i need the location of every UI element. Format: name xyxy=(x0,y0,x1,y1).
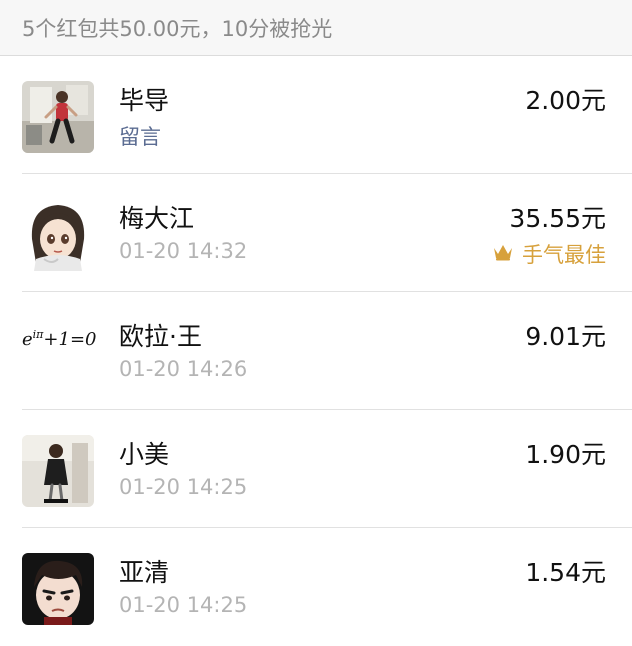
timestamp: 01-20 14:25 xyxy=(119,593,248,617)
photo-woman-icon xyxy=(22,435,94,507)
recipient-name: 毕导 xyxy=(119,86,170,115)
avatar[interactable] xyxy=(22,81,94,153)
list-item[interactable]: 毕导 留言 2.00元 xyxy=(0,56,632,174)
timestamp: 01-20 14:26 xyxy=(119,357,248,381)
avatar[interactable] xyxy=(22,553,94,625)
avatar[interactable] xyxy=(22,435,94,507)
list-item[interactable]: 小美 01-20 14:25 1.90元 xyxy=(0,410,632,528)
euler-formula-avatar[interactable]: eiπ+1=0 xyxy=(22,328,102,350)
formula-exponent: iπ xyxy=(32,328,44,341)
recipient-name: 小美 xyxy=(119,440,170,469)
recipient-name: 欧拉·王 xyxy=(119,322,202,351)
formula-rest: +1=0 xyxy=(43,329,97,350)
photo-person-icon xyxy=(22,81,94,153)
formula-base: e xyxy=(22,329,33,350)
cartoon-boy-icon xyxy=(22,553,94,625)
recipient-name: 梅大江 xyxy=(119,204,195,233)
leave-message-link[interactable]: 留言 xyxy=(119,121,161,151)
red-packet-summary: 5个红包共50.00元，10分被抢光 xyxy=(0,0,632,56)
amount: 1.90元 xyxy=(525,440,606,469)
amount: 35.55元 xyxy=(509,204,606,233)
timestamp: 01-20 14:32 xyxy=(119,239,248,263)
list-item[interactable]: 亚清 01-20 14:25 1.54元 xyxy=(0,528,632,646)
timestamp: 01-20 14:25 xyxy=(119,475,248,499)
avatar[interactable] xyxy=(22,199,94,271)
list-item[interactable]: eiπ+1=0 欧拉·王 01-20 14:26 9.01元 xyxy=(0,292,632,410)
best-luck-badge: 手气最佳 xyxy=(492,239,606,269)
crown-icon xyxy=(492,242,514,266)
amount: 9.01元 xyxy=(525,322,606,351)
list-item[interactable]: 梅大江 01-20 14:32 35.55元 手气最佳 xyxy=(0,174,632,292)
amount: 2.00元 xyxy=(525,86,606,115)
best-luck-label: 手气最佳 xyxy=(522,243,606,267)
anime-girl-icon xyxy=(22,199,94,271)
recipient-list: 毕导 留言 2.00元 梅大江 01-20 14:32 35.55元 手气最佳 … xyxy=(0,56,632,646)
amount: 1.54元 xyxy=(525,558,606,587)
recipient-name: 亚清 xyxy=(119,558,170,587)
